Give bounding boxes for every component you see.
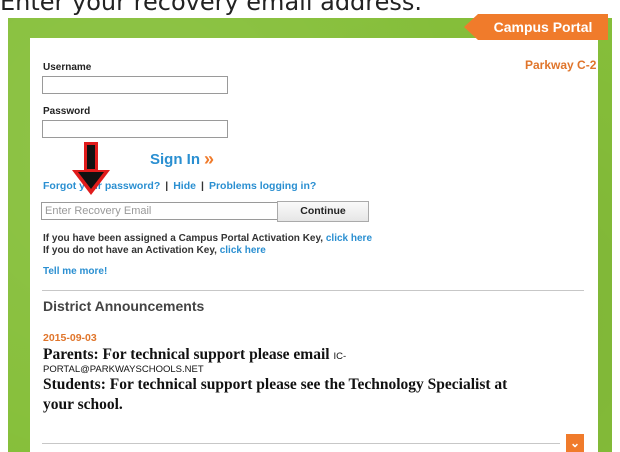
down-arrow-annotation-icon — [72, 142, 110, 195]
